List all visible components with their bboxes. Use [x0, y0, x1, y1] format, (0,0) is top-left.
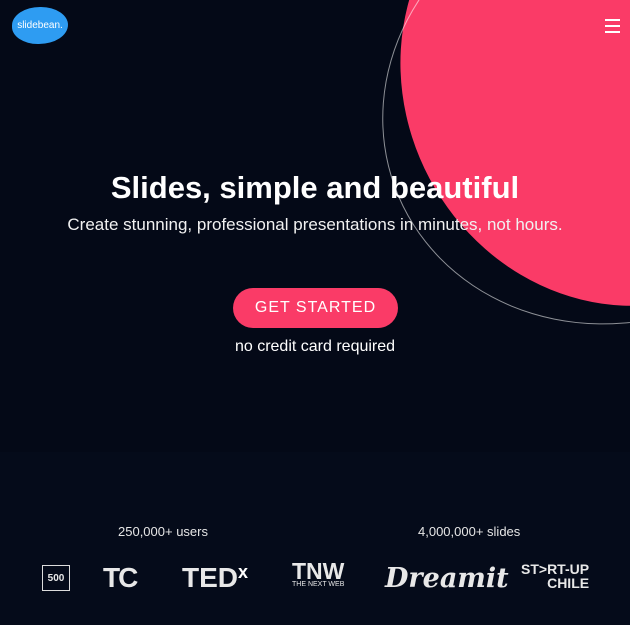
techcrunch-logo: TC	[103, 562, 138, 593]
startup-chile-logo: ST>RT-UP CHILE	[521, 561, 590, 591]
background-artifact	[18, 355, 338, 452]
logo-text: slidebean.	[17, 20, 63, 31]
500-startups-logo: 500	[42, 565, 70, 591]
dreamit-logo: Dreamit	[385, 563, 509, 594]
slides-stat: 4,000,000+ slides	[418, 524, 521, 539]
hamburger-icon[interactable]	[605, 19, 620, 37]
partner-logos: 500 TC TEDx TNW THE NEXT WEB Dreamit ST>R…	[0, 560, 630, 600]
tnw-logo: TNW THE NEXT WEB	[292, 558, 345, 589]
get-started-button[interactable]: GET STARTED	[233, 288, 398, 328]
no-credit-card-note: no credit card required	[234, 338, 396, 355]
users-stat: 250,000+ users	[118, 524, 208, 539]
hero-subtitle: Create stunning, professional presentati…	[67, 215, 563, 234]
hero-title: Slides, simple and beautiful	[110, 170, 520, 205]
tedx-logo: TEDx	[182, 562, 249, 593]
